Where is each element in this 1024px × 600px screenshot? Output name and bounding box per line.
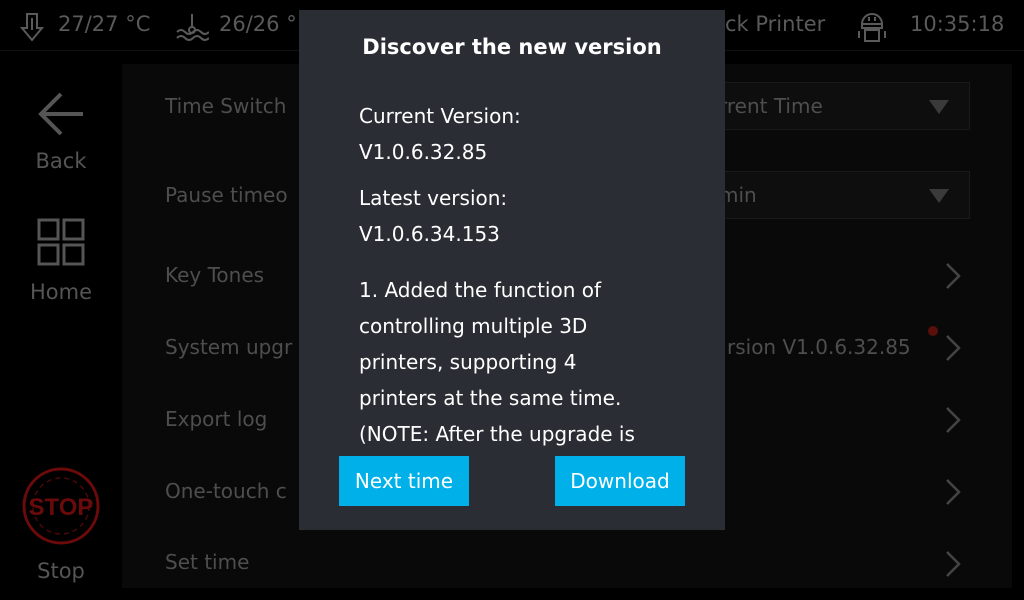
chevron-right-icon <box>946 335 961 361</box>
key-tones-label: Key Tones <box>165 263 265 287</box>
set-time-label: Set time <box>165 550 250 574</box>
chevron-right-icon <box>946 407 961 433</box>
back-button[interactable]: Back <box>0 85 122 180</box>
pause-timeout-select[interactable]: min <box>700 171 970 219</box>
dialog-title: Discover the new version <box>362 35 662 59</box>
dropdown-arrow-icon <box>929 100 949 114</box>
release-notes[interactable]: 1. Added the function of controlling mul… <box>299 270 725 446</box>
time-switch-value: rrent Time <box>719 94 823 118</box>
next-time-button[interactable]: Next time <box>339 456 469 506</box>
pause-timeout-label: Pause timeo <box>165 183 288 207</box>
stop-icon-text: STOP <box>29 494 94 521</box>
back-arrow-icon <box>38 92 83 136</box>
release-note-line: (NOTE: After the upgrade is <box>359 422 635 446</box>
latest-version: V1.0.6.34.153 <box>359 222 500 246</box>
download-button[interactable]: Download <box>555 456 685 506</box>
stop-label: Stop <box>37 559 85 583</box>
current-version: V1.0.6.32.85 <box>359 140 488 164</box>
one-touch-label: One-touch c <box>165 479 287 503</box>
current-version-label: Current Version: <box>359 104 521 128</box>
time-switch-label: Time Switch <box>165 94 287 118</box>
home-button[interactable]: Home <box>0 215 122 310</box>
latest-version-label: Latest version: <box>359 186 508 210</box>
release-note-line: 1. Added the function of <box>359 278 602 302</box>
printer-name: ck Printer <box>725 12 826 36</box>
dropdown-arrow-icon <box>929 189 949 203</box>
home-label: Home <box>29 280 92 304</box>
home-grid-icon <box>37 218 85 266</box>
system-upgrade-version: rsion V1.0.6.32.85 <box>727 335 911 359</box>
back-label: Back <box>35 149 87 173</box>
printer-robot-icon[interactable] <box>856 8 888 44</box>
chevron-right-icon <box>946 551 961 577</box>
release-note-line: controlling multiple 3D <box>359 314 588 338</box>
nozzle-temp: 27/27 °C <box>58 12 151 36</box>
release-note-line: printers, supporting 4 <box>359 350 577 374</box>
chevron-right-icon <box>946 263 961 289</box>
release-note-line: printers at the same time. <box>359 386 622 410</box>
set-time-row[interactable]: Set time <box>122 538 1012 588</box>
chevron-right-icon <box>946 479 961 505</box>
stop-button[interactable]: STOP Stop <box>0 465 122 590</box>
time-switch-select[interactable]: rrent Time <box>700 82 970 130</box>
bed-temp: 26/26 ° <box>219 12 297 36</box>
system-upgrade-label: System upgr <box>165 335 293 359</box>
update-dialog: Discover the new version Current Version… <box>299 10 725 530</box>
stop-icon: STOP <box>22 467 100 545</box>
export-log-label: Export log <box>165 407 268 431</box>
update-badge <box>928 326 938 336</box>
nozzle-temp-icon <box>18 12 46 42</box>
bed-temp-icon <box>175 12 210 42</box>
clock: 10:35:18 <box>910 12 1005 36</box>
